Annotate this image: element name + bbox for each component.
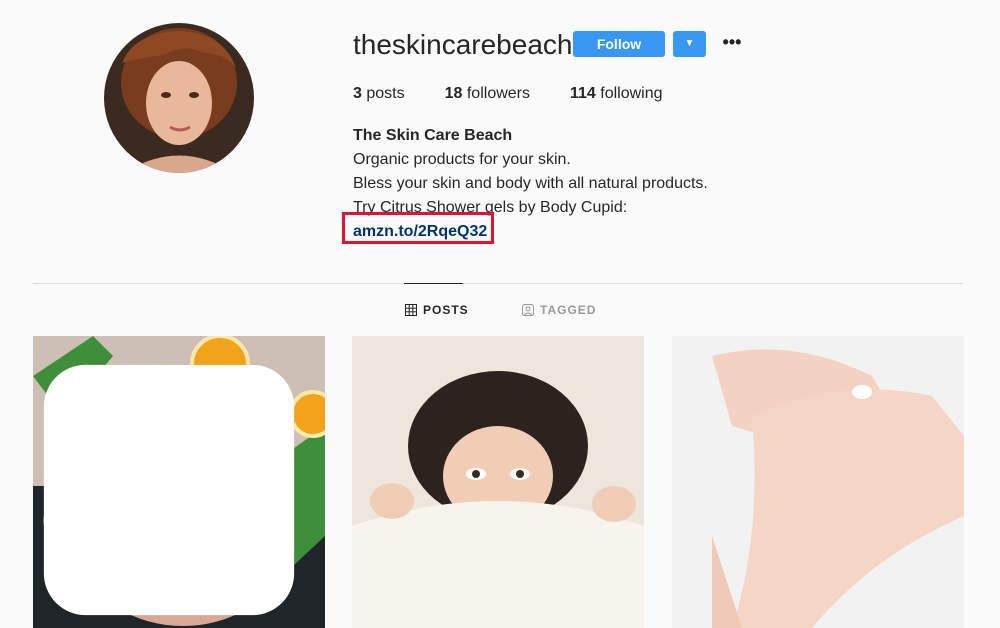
posts-stat: 3 posts: [353, 84, 405, 104]
bio-line: Organic products for your skin.: [353, 151, 571, 168]
grid-icon: [405, 304, 417, 316]
post-thumbnail[interactable]: [352, 336, 644, 628]
more-dots-icon: •••: [722, 32, 742, 52]
chevron-down-icon: ▼: [684, 38, 695, 49]
following-count: 114: [570, 85, 596, 102]
tag-icon: [522, 304, 534, 316]
tab-label: POSTS: [423, 303, 469, 317]
tab-posts[interactable]: POSTS: [405, 303, 469, 317]
followers-count: 18: [444, 85, 463, 102]
posts-label: posts: [366, 85, 405, 102]
multiple-photos-icon: [43, 364, 295, 616]
girl-under-blanket-photo: [352, 336, 644, 628]
follow-button[interactable]: Follow: [573, 31, 665, 57]
bio-line: Bless your skin and body with all natura…: [353, 175, 708, 192]
profile-full-name: The Skin Care Beach: [353, 127, 513, 144]
followers-stat[interactable]: 18 followers: [445, 84, 530, 104]
highlight-box: [342, 212, 494, 244]
profile-avatar[interactable]: [104, 23, 254, 173]
post-thumbnail[interactable]: [33, 336, 325, 628]
suggestions-dropdown-button[interactable]: ▼: [673, 31, 706, 57]
post-thumbnail[interactable]: [672, 336, 964, 628]
posts-count: 3: [353, 85, 362, 102]
following-stat[interactable]: 114 following: [570, 84, 663, 104]
hand-cream-photo: [672, 336, 964, 628]
profile-username: theskincarebeach: [353, 29, 573, 60]
tab-tagged[interactable]: TAGGED: [522, 303, 596, 317]
tab-label: TAGGED: [540, 303, 597, 317]
followers-label: followers: [466, 85, 530, 102]
more-options-button[interactable]: •••: [721, 31, 743, 57]
profile-stats: 3 posts 18 followers 114 following: [353, 84, 703, 104]
tabs-divider: [33, 283, 963, 284]
following-label: following: [600, 85, 663, 102]
active-tab-indicator: [404, 283, 463, 284]
